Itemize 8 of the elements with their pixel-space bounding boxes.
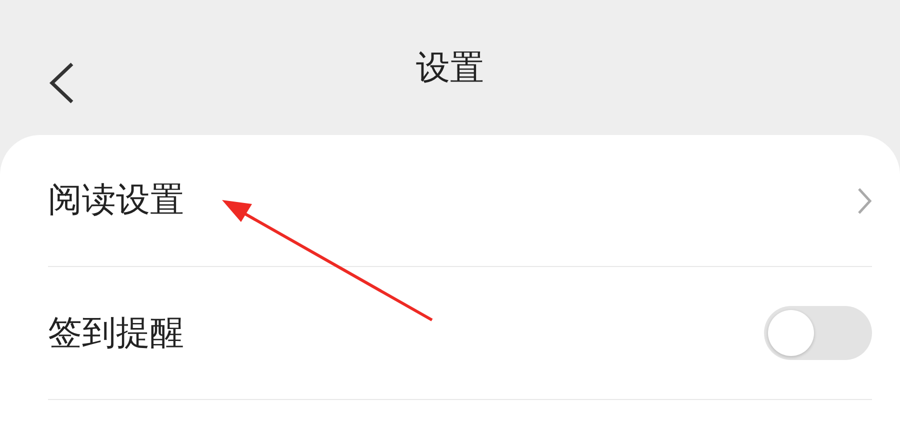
page-title: 设置 <box>416 50 484 84</box>
back-button[interactable] <box>48 62 76 104</box>
back-icon <box>48 62 76 104</box>
settings-row[interactable]: 签到提醒 <box>48 267 872 400</box>
row-label: 签到提醒 <box>48 312 185 354</box>
chevron-right-icon <box>856 186 872 214</box>
row-label: 阅读设置 <box>48 180 185 221</box>
toggle-switch[interactable] <box>764 306 872 360</box>
